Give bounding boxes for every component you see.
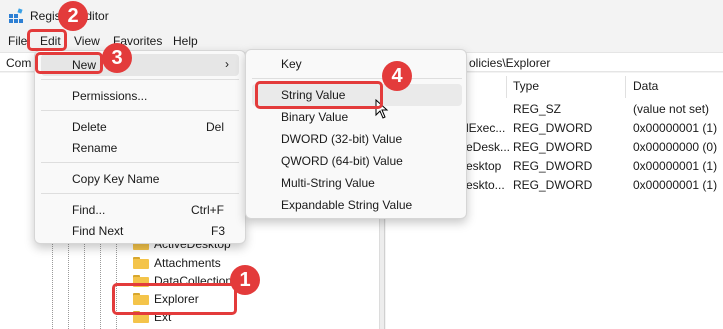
- value-data: 0x00000001 (1): [633, 159, 718, 173]
- folder-icon: [133, 257, 149, 269]
- value-data: 0x00000001 (1): [633, 121, 718, 135]
- tree-item-attachments[interactable]: Attachments: [133, 254, 221, 272]
- menu-item-shortcut: Ctrl+F: [191, 203, 224, 217]
- submenu-item-multi-string-value[interactable]: Multi-String Value: [252, 172, 462, 194]
- submenu-item-label: Binary Value: [281, 110, 349, 124]
- menu-item-label: Find Next: [72, 224, 124, 238]
- annotation-box-edit: [27, 29, 67, 51]
- menu-view[interactable]: View: [74, 34, 100, 48]
- new-submenu: Key String Value Binary Value DWORD (32-…: [245, 49, 467, 219]
- column-header-data[interactable]: Data: [633, 79, 658, 93]
- submenu-item-qword-value[interactable]: QWORD (64-bit) Value: [252, 150, 462, 172]
- menu-help[interactable]: Help: [173, 34, 198, 48]
- value-data: 0x00000000 (0): [633, 140, 718, 154]
- submenu-item-key[interactable]: Key: [252, 53, 462, 75]
- value-type: REG_DWORD: [513, 121, 593, 135]
- menu-item-delete[interactable]: Delete Del: [41, 116, 239, 138]
- submenu-item-label: DWORD (32-bit) Value: [281, 132, 403, 146]
- menu-item-permissions[interactable]: Permissions...: [41, 85, 239, 107]
- menu-separator: [41, 162, 239, 163]
- value-name: eDesk...: [466, 140, 511, 154]
- column-separator[interactable]: [625, 76, 626, 98]
- value-name: eskto...: [466, 178, 505, 192]
- value-type: REG_DWORD: [513, 140, 593, 154]
- menu-separator: [252, 78, 462, 79]
- address-text-left: Com: [6, 56, 32, 70]
- column-header-type[interactable]: Type: [513, 79, 539, 93]
- menu-file[interactable]: File: [8, 34, 27, 48]
- submenu-item-binary-value[interactable]: Binary Value: [252, 106, 462, 128]
- menu-item-label: Permissions...: [72, 89, 148, 103]
- column-separator[interactable]: [506, 76, 507, 98]
- menu-item-copy-key-name[interactable]: Copy Key Name: [41, 168, 239, 190]
- submenu-item-label: Key: [281, 57, 302, 71]
- annotation-box-explorer: [112, 283, 237, 315]
- annotation-step-4: 4: [382, 61, 412, 91]
- value-type: REG_DWORD: [513, 159, 593, 173]
- menu-separator: [41, 193, 239, 194]
- title-bar: Registry Editor: [0, 0, 723, 31]
- menu-item-find[interactable]: Find... Ctrl+F: [41, 199, 239, 221]
- value-type: REG_DWORD: [513, 178, 593, 192]
- menu-item-find-next[interactable]: Find Next F3: [41, 220, 239, 242]
- menu-separator: [41, 110, 239, 111]
- chevron-right-icon: ›: [225, 57, 229, 71]
- menu-item-label: Delete: [72, 120, 107, 134]
- annotation-box-new: [35, 52, 103, 74]
- registry-editor-icon: [9, 8, 23, 23]
- address-text-right: olicies\Explorer: [469, 56, 551, 70]
- annotation-step-1: 1: [230, 265, 260, 295]
- menu-item-label: Rename: [72, 141, 118, 155]
- annotation-box-string-value: [255, 81, 383, 109]
- menu-item-shortcut: Del: [206, 120, 225, 134]
- tree-item-label: Attachments: [154, 256, 221, 270]
- submenu-item-dword-value[interactable]: DWORD (32-bit) Value: [252, 128, 462, 150]
- menu-item-rename[interactable]: Rename: [41, 137, 239, 159]
- value-type: REG_SZ: [513, 102, 562, 116]
- menu-item-label: Copy Key Name: [72, 172, 160, 186]
- value-name: lExec...: [466, 121, 506, 135]
- submenu-item-label: Expandable String Value: [281, 198, 413, 212]
- annotation-step-3: 3: [102, 43, 132, 73]
- annotation-step-2: 2: [58, 1, 88, 31]
- value-data: 0x00000001 (1): [633, 178, 718, 192]
- submenu-item-expandable-string-value[interactable]: Expandable String Value: [252, 194, 462, 216]
- menu-item-label: Find...: [72, 203, 106, 217]
- submenu-item-label: Multi-String Value: [281, 176, 375, 190]
- value-data: (value not set): [633, 102, 710, 116]
- menu-item-shortcut: F3: [211, 224, 226, 238]
- edit-menu: New › Permissions... Delete Del Rename C…: [34, 50, 246, 244]
- value-name: esktop: [466, 159, 502, 173]
- submenu-item-label: QWORD (64-bit) Value: [281, 154, 403, 168]
- menu-separator: [41, 79, 239, 80]
